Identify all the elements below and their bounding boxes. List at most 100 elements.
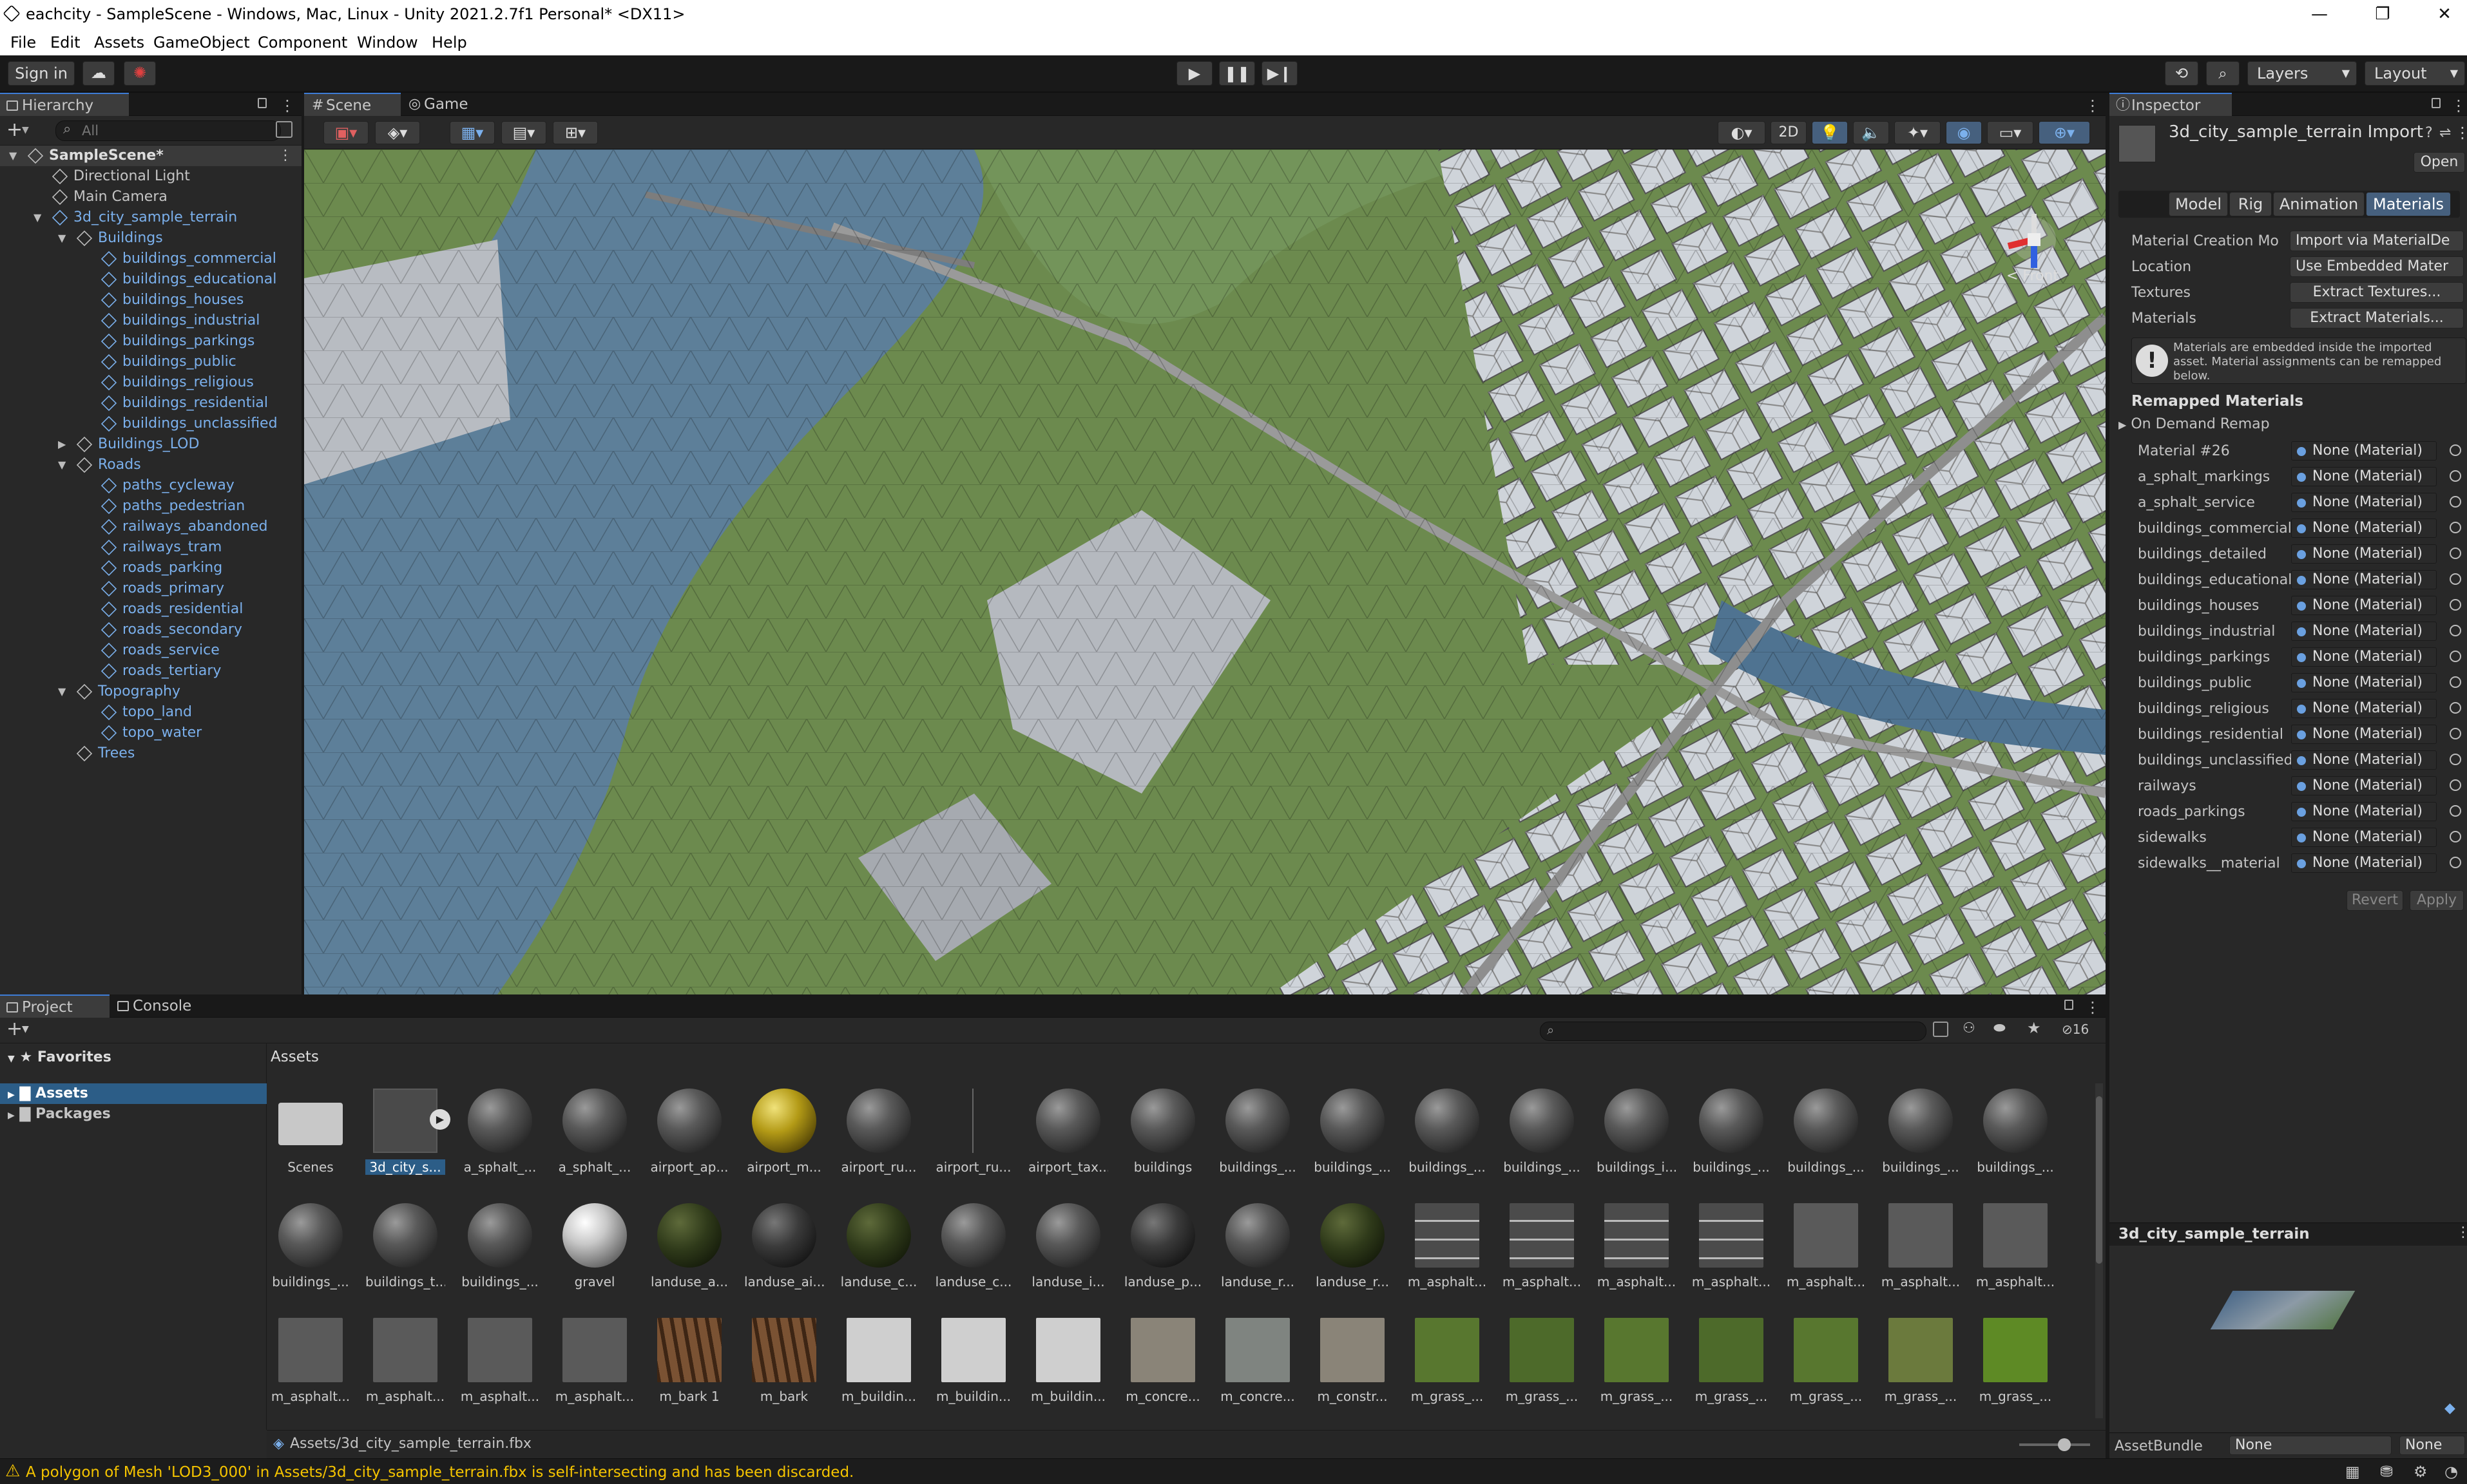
tab-hierarchy[interactable]: Hierarchy: [0, 93, 129, 116]
tab-scene[interactable]: # Scene: [304, 93, 401, 116]
tab-project[interactable]: Project: [0, 994, 110, 1018]
code-coverage-icon[interactable]: ◔: [2444, 1463, 2458, 1481]
asset-item[interactable]: airport_tax...: [1028, 1089, 1108, 1185]
tab-game[interactable]: ◎ Game: [402, 93, 492, 116]
type-filter-icon[interactable]: ⚇: [1963, 1020, 1975, 1036]
material-object-field[interactable]: None (Material): [2291, 750, 2437, 770]
layout-dropdown[interactable]: Layout ▼: [2365, 61, 2465, 86]
search-icon[interactable]: ⌕: [2206, 61, 2240, 86]
object-picker-icon[interactable]: [2450, 754, 2461, 765]
status-message[interactable]: A polygon of Mesh 'LOD3_000' in Assets/3…: [26, 1464, 854, 1481]
material-object-field[interactable]: None (Material): [2291, 518, 2437, 538]
hierarchy-row[interactable]: Trees: [0, 743, 302, 764]
asset-item[interactable]: airport_ru...: [934, 1089, 1012, 1185]
asset-item[interactable]: m_asphalt...: [1407, 1203, 1486, 1300]
cloud-icon[interactable]: ☁: [82, 61, 115, 86]
asset-item[interactable]: m_buildin...: [839, 1318, 916, 1414]
asset-item[interactable]: m_asphalt...: [1881, 1203, 1960, 1300]
tab-console[interactable]: Console: [111, 994, 220, 1018]
breadcrumb[interactable]: Assets: [271, 1049, 319, 1065]
hierarchy-row[interactable]: buildings_parkings: [0, 331, 302, 352]
asset-item[interactable]: buildings_...: [1407, 1089, 1486, 1185]
menu-edit[interactable]: Edit: [50, 33, 80, 52]
object-picker-icon[interactable]: [2450, 831, 2461, 842]
material-object-field[interactable]: None (Material): [2291, 622, 2437, 641]
asset-item[interactable]: buildings_...: [1975, 1089, 2054, 1185]
object-picker-icon[interactable]: [2450, 522, 2461, 533]
tab-animation[interactable]: Animation: [2273, 192, 2365, 216]
visibility-icon[interactable]: ◉: [1946, 121, 1982, 144]
menu-help[interactable]: Help: [432, 33, 467, 52]
object-picker-icon[interactable]: [2450, 728, 2461, 739]
hierarchy-row[interactable]: buildings_educational: [0, 269, 302, 290]
material-object-field[interactable]: None (Material): [2291, 596, 2437, 615]
object-picker-icon[interactable]: [2450, 470, 2461, 482]
hierarchy-row[interactable]: buildings_unclassified: [0, 414, 302, 434]
material-object-field[interactable]: None (Material): [2291, 441, 2437, 461]
hierarchy-row[interactable]: Main Camera: [0, 187, 302, 207]
step-button[interactable]: ▶❙: [1262, 61, 1298, 86]
pause-button[interactable]: ❚❚: [1219, 61, 1255, 86]
chevron-down-icon[interactable]: ▼: [58, 681, 66, 702]
sign-in-button[interactable]: Sign in: [8, 61, 75, 86]
object-picker-icon[interactable]: [2450, 676, 2461, 688]
hierarchy-row[interactable]: buildings_public: [0, 352, 302, 372]
pivot-icon[interactable]: ◐▾: [1718, 121, 1765, 144]
object-picker-icon[interactable]: [2450, 444, 2461, 456]
hierarchy-row[interactable]: roads_parking: [0, 558, 302, 578]
open-button[interactable]: Open: [2414, 152, 2465, 173]
hierarchy-row[interactable]: ▼ Roads: [0, 455, 302, 475]
location-dropdown[interactable]: Use Embedded Mater: [2290, 256, 2464, 277]
object-picker-icon[interactable]: [2450, 702, 2461, 714]
maximize-icon[interactable]: ❐: [2363, 3, 2402, 26]
asset-item[interactable]: buildings: [1123, 1089, 1200, 1185]
tab-inspector[interactable]: ⓘ Inspector: [2109, 93, 2232, 116]
kebab-menu-icon[interactable]: ⋮: [2451, 97, 2466, 115]
material-object-field[interactable]: None (Material): [2291, 493, 2437, 512]
chevron-down-icon[interactable]: ▼: [9, 146, 17, 166]
expand-play-icon[interactable]: ▶: [430, 1109, 450, 1130]
add-icon[interactable]: +: [6, 119, 23, 141]
material-object-field[interactable]: None (Material): [2291, 647, 2437, 667]
hierarchy-row[interactable]: roads_service: [0, 640, 302, 661]
asset-item[interactable]: a_sphalt_...: [555, 1089, 632, 1185]
hierarchy-row[interactable]: buildings_residential: [0, 393, 302, 414]
asset-item[interactable]: m_grass_...: [1691, 1318, 1769, 1414]
asset-item[interactable]: m_grass_...: [1975, 1318, 2053, 1414]
draw-mode-icon[interactable]: ▣▾: [323, 121, 369, 144]
asset-item[interactable]: ▶ 3d_city_s...: [365, 1089, 450, 1185]
progress-icon[interactable]: ▦: [2345, 1463, 2360, 1481]
asset-item[interactable]: m_asphalt...: [555, 1318, 634, 1414]
project-search-input[interactable]: ⌕: [1540, 1022, 1926, 1041]
hierarchy-row[interactable]: ▼ 3d_city_sample_terrain: [0, 207, 302, 228]
kebab-menu-icon[interactable]: ⋮: [2085, 97, 2100, 115]
preview-area[interactable]: ◆: [2109, 1246, 2467, 1432]
object-picker-icon[interactable]: [2450, 651, 2461, 662]
hidden-count-badge[interactable]: ⊘16: [2062, 1022, 2089, 1037]
hierarchy-row[interactable]: roads_secondary: [0, 620, 302, 640]
asset-item[interactable]: m_concre...: [1123, 1318, 1200, 1414]
tab-rig[interactable]: Rig: [2229, 192, 2272, 216]
asset-item[interactable]: landuse_a...: [649, 1203, 728, 1300]
object-picker-icon[interactable]: [2450, 496, 2461, 508]
object-picker-icon[interactable]: [2450, 599, 2461, 611]
hierarchy-row[interactable]: roads_primary: [0, 578, 302, 599]
favorites-foldout[interactable]: ▼ ★ Favorites: [8, 1047, 111, 1068]
favorite-star-icon[interactable]: ★: [2027, 1019, 2041, 1037]
asset-item[interactable]: gravel: [555, 1203, 632, 1300]
asset-item[interactable]: landuse_c...: [934, 1203, 1012, 1300]
hierarchy-row[interactable]: paths_pedestrian: [0, 496, 302, 517]
close-icon[interactable]: ✕: [2425, 3, 2464, 26]
asset-item[interactable]: m_grass_...: [1502, 1318, 1579, 1414]
menu-file[interactable]: File: [10, 33, 36, 52]
asset-item[interactable]: buildings_...: [1218, 1089, 1296, 1185]
asset-item[interactable]: m_grass_...: [1597, 1318, 1674, 1414]
hierarchy-row[interactable]: buildings_religious: [0, 372, 302, 393]
asset-item[interactable]: m_asphalt...: [460, 1318, 539, 1414]
asset-item[interactable]: buildings_i...: [1597, 1089, 1676, 1185]
asset-item[interactable]: m_grass_...: [1881, 1318, 1958, 1414]
material-object-field[interactable]: None (Material): [2291, 570, 2437, 589]
status-bar[interactable]: ⚠ A polygon of Mesh 'LOD3_000' in Assets…: [0, 1458, 2467, 1484]
debug-icon[interactable]: ⚙: [2414, 1463, 2428, 1481]
asset-item[interactable]: m_buildin...: [934, 1318, 1011, 1414]
